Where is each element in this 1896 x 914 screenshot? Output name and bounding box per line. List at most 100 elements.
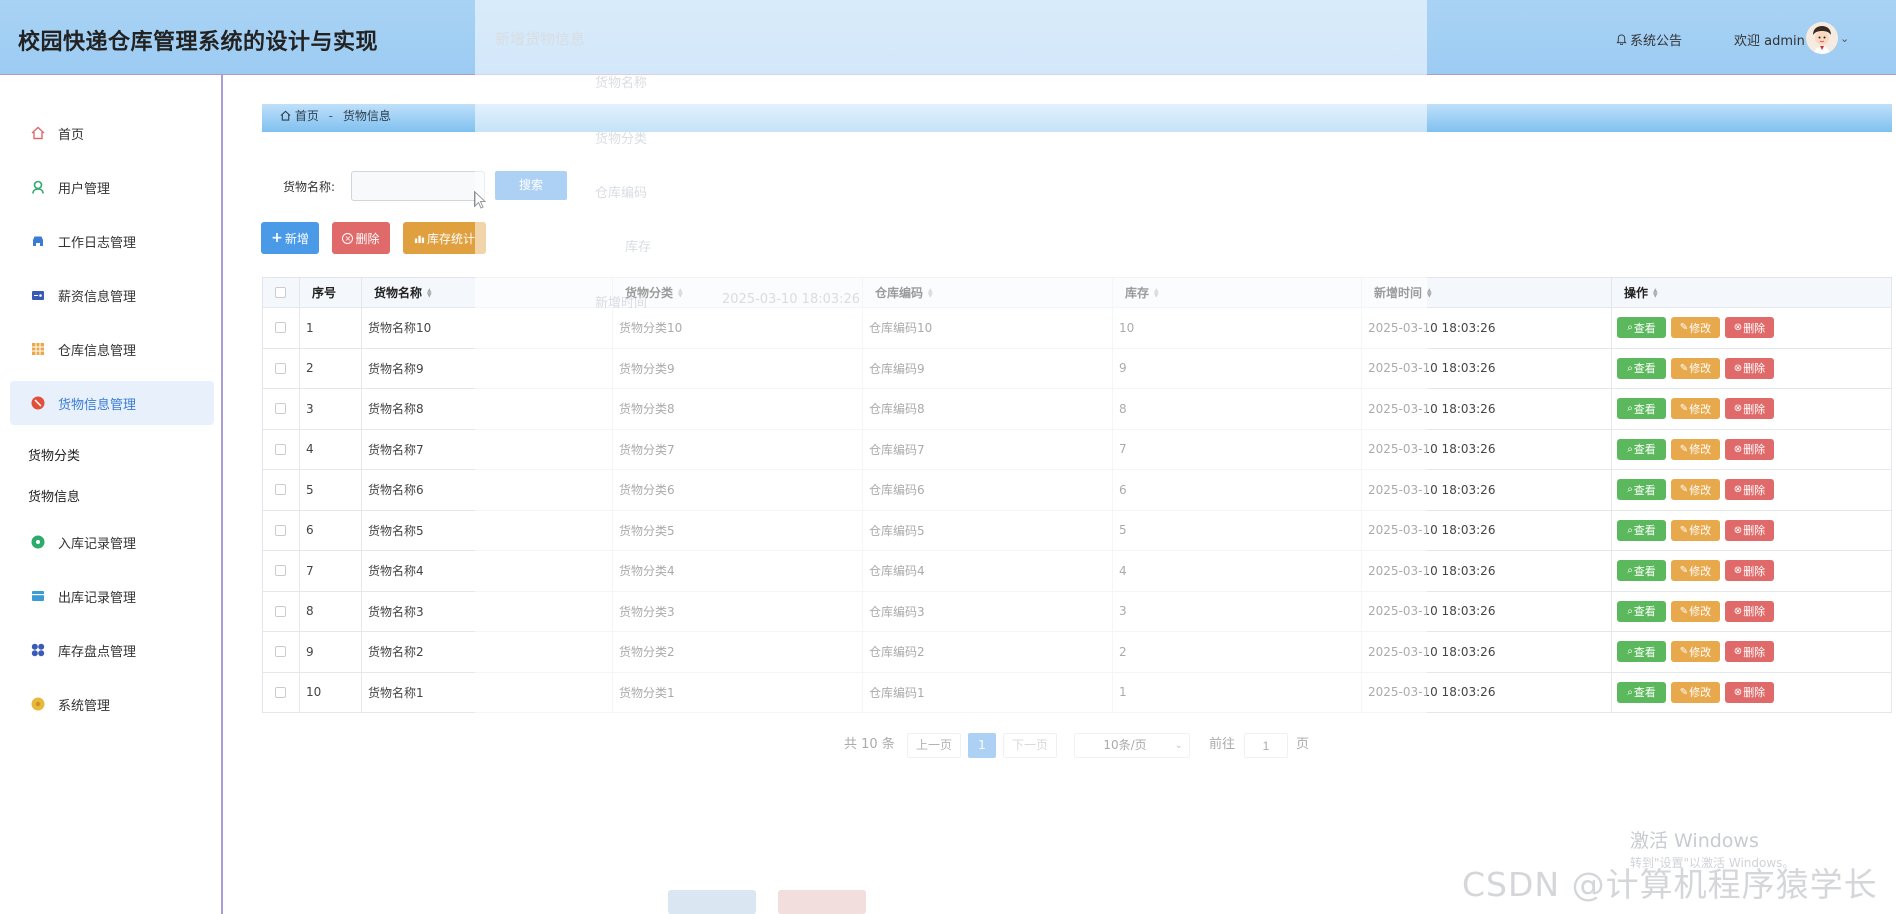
edit-button[interactable]: ✎ 修改 bbox=[1671, 519, 1720, 541]
row-checkbox[interactable] bbox=[275, 646, 286, 658]
table-cell-name: 货物名称10 bbox=[362, 308, 613, 348]
app-title: 校园快递仓库管理系统的设计与实现 bbox=[18, 30, 379, 55]
sidebar-item-goods[interactable]: 货物信息管理 bbox=[10, 381, 214, 425]
sort-icon[interactable]: ▲ ▼ bbox=[1154, 287, 1159, 298]
view-button[interactable]: ⌕ 查看 bbox=[1617, 641, 1666, 663]
row-select-cell bbox=[263, 389, 300, 429]
view-button[interactable]: ⌕ 查看 bbox=[1617, 317, 1666, 339]
column-header-category[interactable]: 货物分类 ▲ ▼ bbox=[613, 278, 863, 307]
page-size-select[interactable]: 10条/页 ⌄ bbox=[1074, 733, 1190, 758]
edit-button[interactable]: ✎ 修改 bbox=[1671, 681, 1720, 703]
close-circle-icon: ⊗ bbox=[1733, 484, 1743, 496]
table-cell-name: 货物名称3 bbox=[362, 591, 613, 631]
search-icon: ⌕ bbox=[1627, 443, 1633, 455]
view-button[interactable]: ⌕ 查看 bbox=[1617, 479, 1666, 501]
sidebar-subitem-goods-category[interactable]: 货物分类 bbox=[28, 445, 80, 464]
column-header-label: 货物分类 bbox=[625, 286, 674, 300]
row-delete-button[interactable]: ⊗ 删除 bbox=[1725, 438, 1774, 460]
row-select-cell bbox=[263, 591, 300, 631]
edit-button[interactable]: ✎ 修改 bbox=[1671, 479, 1720, 501]
edit-button[interactable]: ✎ 修改 bbox=[1671, 641, 1720, 663]
delete-button[interactable]: × 删除 bbox=[332, 222, 390, 254]
sidebar-item-system[interactable]: 系统管理 bbox=[10, 682, 214, 726]
sidebar-item-inbound[interactable]: 入库记录管理 bbox=[10, 520, 214, 564]
search-button[interactable]: 搜索 bbox=[495, 171, 567, 200]
goto-page-input[interactable] bbox=[1244, 733, 1288, 758]
row-checkbox[interactable] bbox=[275, 565, 286, 577]
view-button[interactable]: ⌕ 查看 bbox=[1617, 357, 1666, 379]
breadcrumb-home[interactable]: 首页 bbox=[295, 109, 319, 123]
sidebar-item-work-log[interactable]: 工作日志管理 bbox=[10, 219, 214, 263]
view-button[interactable]: ⌕ 查看 bbox=[1617, 681, 1666, 703]
cell-value: 货物名称10 bbox=[368, 321, 432, 336]
sidebar-item-stocktaking[interactable]: 库存盘点管理 bbox=[10, 628, 214, 672]
column-header-stock[interactable]: 库存 ▲ ▼ bbox=[1113, 278, 1362, 307]
sidebar-item-warehouse[interactable]: 仓库信息管理 bbox=[10, 327, 214, 371]
column-header-time[interactable]: 新增时间 ▲ ▼ bbox=[1362, 278, 1612, 307]
column-header-label: 操作 bbox=[1624, 286, 1649, 300]
prev-page-button[interactable]: 上一页 bbox=[907, 733, 961, 758]
row-delete-button[interactable]: ⊗ 删除 bbox=[1725, 560, 1774, 582]
row-checkbox[interactable] bbox=[275, 484, 286, 496]
table-cell-no: 9 bbox=[300, 632, 362, 672]
view-button[interactable]: ⌕ 查看 bbox=[1617, 398, 1666, 420]
table-cell-category: 货物分类8 bbox=[613, 389, 863, 429]
column-header-actions[interactable]: 操作 ▲ ▼ bbox=[1612, 278, 1892, 307]
row-checkbox[interactable] bbox=[275, 524, 286, 536]
row-checkbox[interactable] bbox=[275, 403, 286, 415]
row-delete-button[interactable]: ⊗ 删除 bbox=[1725, 317, 1774, 339]
sort-icon[interactable]: ▲ ▼ bbox=[427, 287, 432, 298]
system-notice-link[interactable]: 系统公告 bbox=[1616, 30, 1682, 49]
edit-button[interactable]: ✎ 修改 bbox=[1671, 317, 1720, 339]
view-button[interactable]: ⌕ 查看 bbox=[1617, 519, 1666, 541]
view-button[interactable]: ⌕ 查看 bbox=[1617, 560, 1666, 582]
select-all-checkbox[interactable] bbox=[275, 287, 286, 298]
row-delete-button[interactable]: ⊗ 删除 bbox=[1725, 641, 1774, 663]
sidebar-item-outbound[interactable]: 出库记录管理 bbox=[10, 574, 214, 618]
sidebar-item-home[interactable]: 首页 bbox=[10, 111, 214, 155]
table-cell-no: 8 bbox=[300, 591, 362, 631]
sidebar-subitem-goods-info[interactable]: 货物信息 bbox=[28, 486, 80, 505]
view-button[interactable]: ⌕ 查看 bbox=[1617, 600, 1666, 622]
next-page-button[interactable]: 下一页 bbox=[1003, 733, 1057, 758]
sort-icon[interactable]: ▲ ▼ bbox=[678, 287, 683, 298]
search-input[interactable] bbox=[351, 171, 485, 201]
row-checkbox[interactable] bbox=[275, 362, 286, 374]
chevron-down-icon[interactable]: ⌄ bbox=[1840, 32, 1849, 45]
sort-icon[interactable]: ▲ ▼ bbox=[928, 287, 933, 298]
column-header-no[interactable]: 序号 bbox=[300, 278, 362, 307]
row-delete-button[interactable]: ⊗ 删除 bbox=[1725, 357, 1774, 379]
view-button[interactable]: ⌕ 查看 bbox=[1617, 438, 1666, 460]
cell-value: 8 bbox=[306, 604, 314, 619]
edit-button[interactable]: ✎ 修改 bbox=[1671, 600, 1720, 622]
sort-icon[interactable]: ▲ ▼ bbox=[1427, 287, 1432, 298]
row-checkbox[interactable] bbox=[275, 605, 286, 617]
sidebar-item-salary[interactable]: 薪资信息管理 bbox=[10, 273, 214, 317]
row-checkbox[interactable] bbox=[275, 322, 286, 334]
column-header-name[interactable]: 货物名称 ▲ ▼ bbox=[362, 278, 613, 307]
table-cell-stock: 3 bbox=[1113, 591, 1362, 631]
sort-icon[interactable]: ▲ ▼ bbox=[1653, 287, 1658, 298]
user-avatar[interactable] bbox=[1806, 22, 1838, 54]
row-delete-button[interactable]: ⊗ 删除 bbox=[1725, 479, 1774, 501]
row-delete-button[interactable]: ⊗ 删除 bbox=[1725, 600, 1774, 622]
row-delete-button-label: 删除 bbox=[1743, 483, 1766, 497]
stock-stats-button[interactable]: 库存统计 bbox=[403, 222, 486, 254]
table-cell-time: 2025-03-10 18:03:26 bbox=[1362, 429, 1612, 469]
sidebar-item-users[interactable]: 用户管理 bbox=[10, 165, 214, 209]
edit-button[interactable]: ✎ 修改 bbox=[1671, 357, 1720, 379]
edit-button[interactable]: ✎ 修改 bbox=[1671, 560, 1720, 582]
row-delete-button[interactable]: ⊗ 删除 bbox=[1725, 519, 1774, 541]
edit-button[interactable]: ✎ 修改 bbox=[1671, 398, 1720, 420]
row-checkbox[interactable] bbox=[275, 443, 286, 455]
page-number-current[interactable]: 1 bbox=[968, 733, 996, 758]
row-delete-button[interactable]: ⊗ 删除 bbox=[1725, 398, 1774, 420]
row-checkbox[interactable] bbox=[275, 686, 286, 698]
cell-value: 10 bbox=[1119, 320, 1135, 335]
add-button[interactable]: + 新增 bbox=[261, 222, 319, 254]
column-header-code[interactable]: 仓库编码 ▲ ▼ bbox=[863, 278, 1113, 307]
sidebar-item-label: 出库记录管理 bbox=[58, 590, 137, 606]
view-button-label: 查看 bbox=[1633, 686, 1656, 700]
edit-button[interactable]: ✎ 修改 bbox=[1671, 438, 1720, 460]
row-delete-button[interactable]: ⊗ 删除 bbox=[1725, 681, 1774, 703]
